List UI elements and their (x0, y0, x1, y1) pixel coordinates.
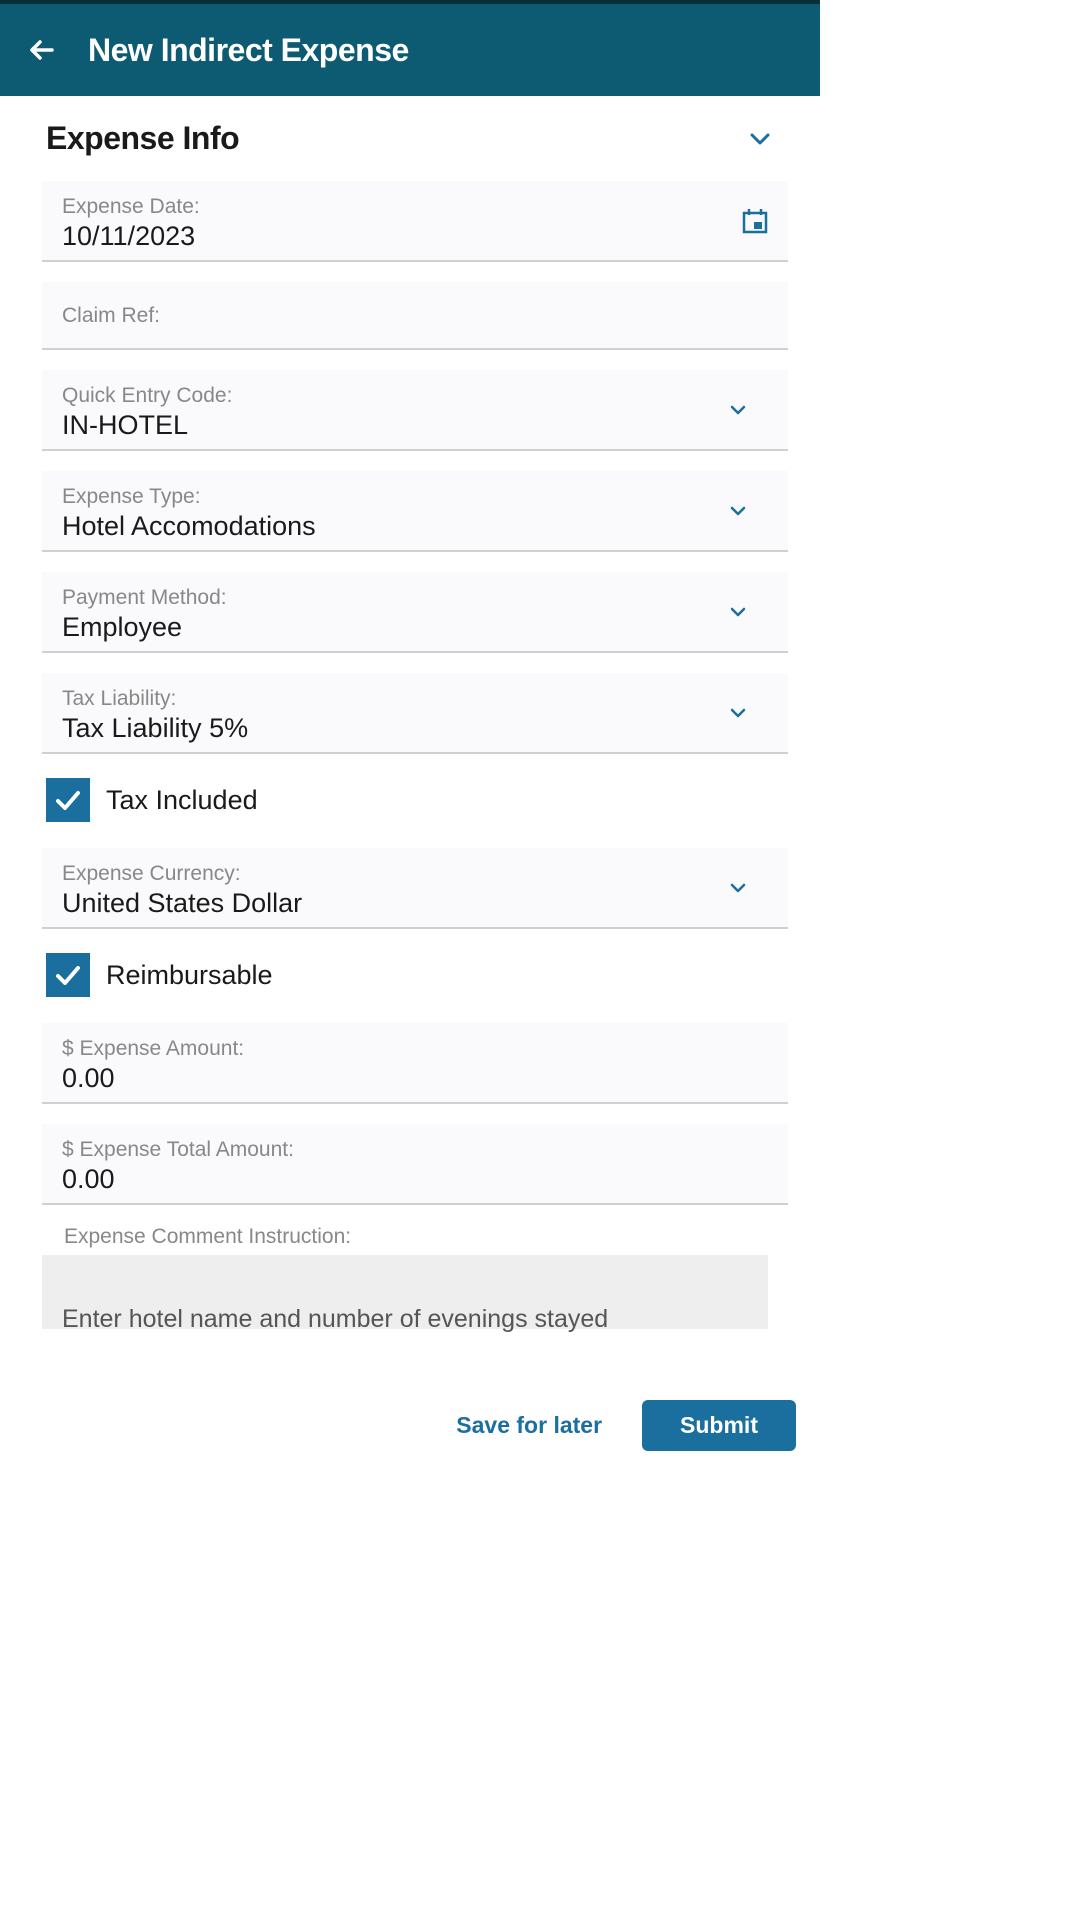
app-header: New Indirect Expense (0, 4, 820, 96)
field-value: Tax Liability 5% (62, 713, 768, 744)
comment-input[interactable]: Enter hotel name and number of evenings … (42, 1255, 768, 1329)
field-value: 0.00 (62, 1164, 768, 1195)
tax-included-row: Tax Included (46, 774, 796, 822)
calendar-icon[interactable] (740, 206, 770, 236)
page-title: New Indirect Expense (88, 32, 409, 69)
check-icon (52, 784, 84, 816)
quick-entry-field[interactable]: Quick Entry Code: IN-HOTEL (42, 370, 788, 451)
field-label: $ Expense Amount: (62, 1037, 768, 1061)
field-value: Employee (62, 612, 768, 643)
checkbox-label: Tax Included (106, 785, 258, 816)
save-for-later-button[interactable]: Save for later (456, 1412, 602, 1439)
chevron-down-icon (728, 703, 748, 723)
field-label: $ Expense Total Amount: (62, 1138, 768, 1162)
back-button[interactable] (24, 32, 60, 68)
reimbursable-row: Reimbursable (46, 949, 796, 997)
reimbursable-checkbox[interactable] (46, 953, 90, 997)
chevron-down-icon (728, 878, 748, 898)
chevron-down-icon (728, 400, 748, 420)
field-label: Tax Liability: (62, 687, 768, 711)
currency-field[interactable]: Expense Currency: United States Dollar (42, 848, 788, 929)
expense-date-field[interactable]: Expense Date: 10/11/2023 (42, 181, 788, 262)
expense-type-field[interactable]: Expense Type: Hotel Accomodations (42, 471, 788, 552)
checkbox-label: Reimbursable (106, 960, 273, 991)
arrow-left-icon (24, 32, 60, 68)
content: Expense Info Expense Date: 10/11/2023 Cl… (0, 96, 820, 1329)
field-label: Claim Ref: (62, 304, 768, 328)
chevron-down-icon (746, 125, 774, 153)
claim-ref-field[interactable]: Claim Ref: (42, 282, 788, 350)
chevron-down-icon (728, 602, 748, 622)
field-value: United States Dollar (62, 888, 768, 919)
payment-method-field[interactable]: Payment Method: Employee (42, 572, 788, 653)
field-value: 10/11/2023 (62, 221, 768, 252)
field-value: IN-HOTEL (62, 410, 768, 441)
check-icon (52, 959, 84, 991)
expense-amount-field[interactable]: $ Expense Amount: 0.00 (42, 1023, 788, 1104)
field-label: Expense Type: (62, 485, 768, 509)
field-label: Quick Entry Code: (62, 384, 768, 408)
field-label: Expense Currency: (62, 862, 768, 886)
field-label: Expense Date: (62, 195, 768, 219)
bottom-bar: Save for later Submit (0, 1394, 820, 1456)
field-value: 0.00 (62, 1063, 768, 1094)
tax-liability-field[interactable]: Tax Liability: Tax Liability 5% (42, 673, 788, 754)
field-value: Hotel Accomodations (62, 511, 768, 542)
field-label: Payment Method: (62, 586, 768, 610)
comment-label: Expense Comment Instruction: (64, 1225, 796, 1249)
section-header[interactable]: Expense Info (24, 96, 796, 181)
chevron-down-icon (728, 501, 748, 521)
section-title: Expense Info (46, 120, 239, 157)
submit-button[interactable]: Submit (642, 1400, 796, 1451)
total-amount-field[interactable]: $ Expense Total Amount: 0.00 (42, 1124, 788, 1205)
tax-included-checkbox[interactable] (46, 778, 90, 822)
